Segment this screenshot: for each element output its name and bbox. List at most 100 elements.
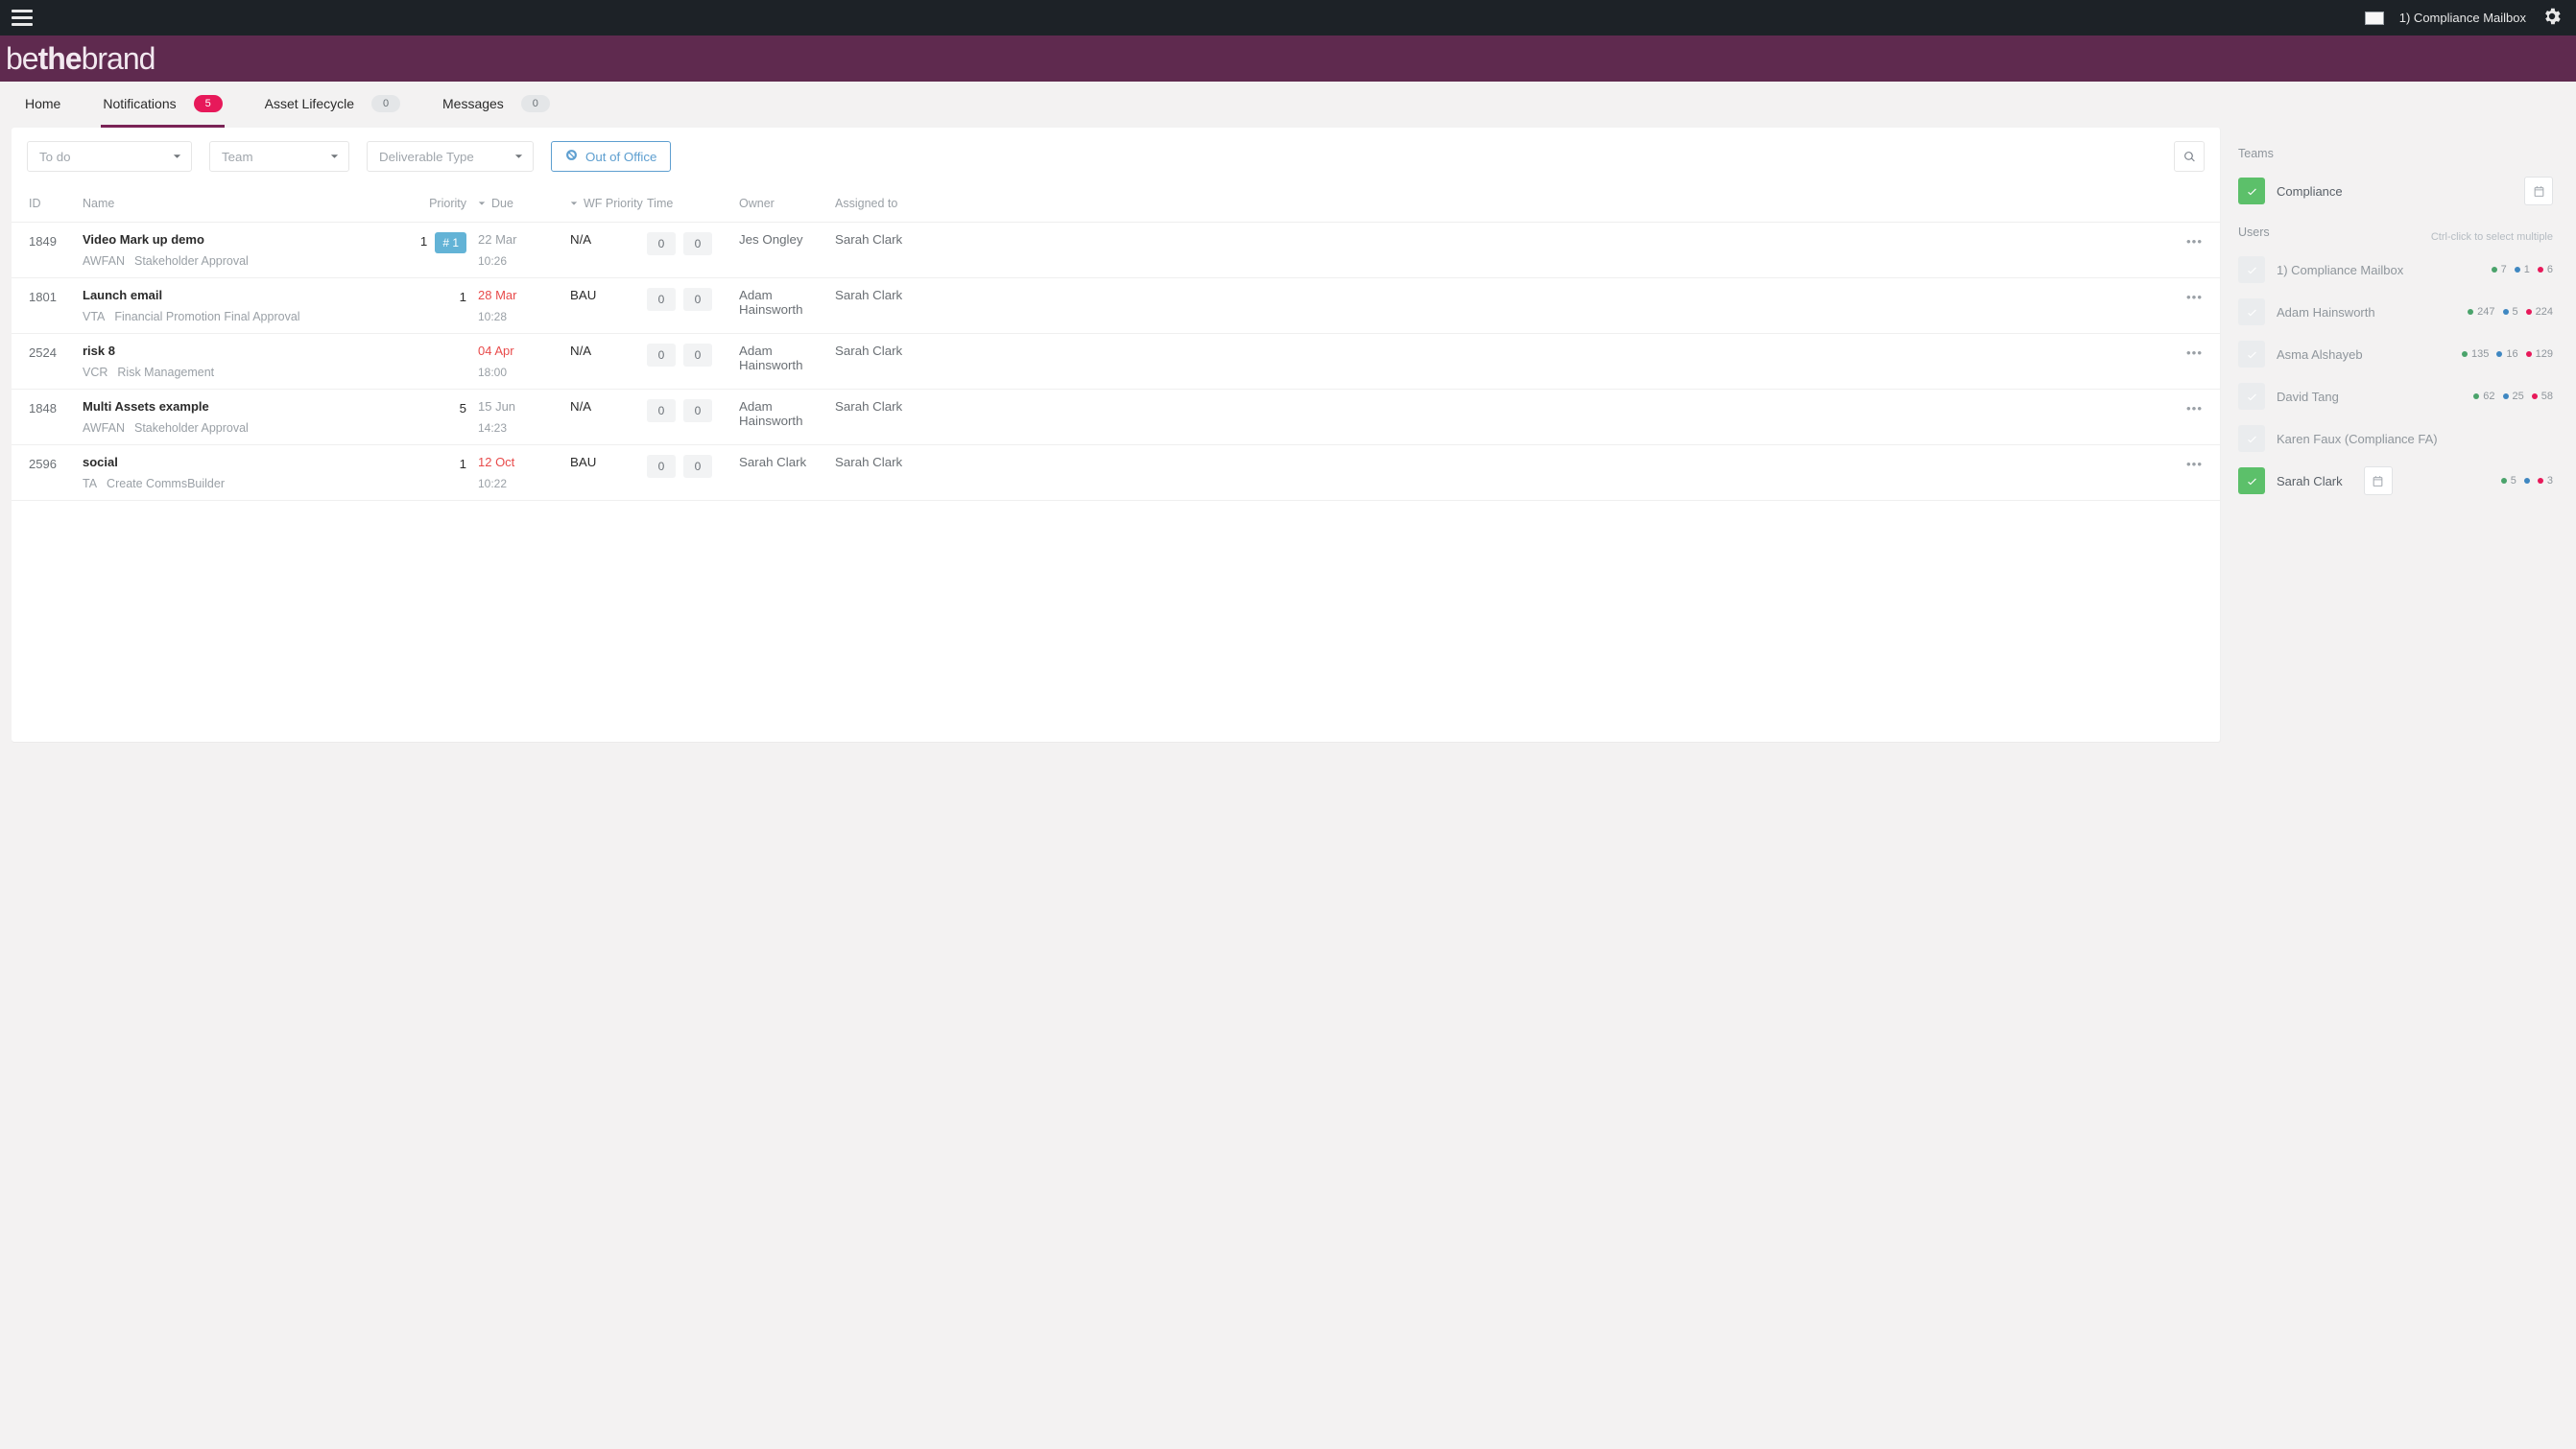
user-row[interactable]: Karen Faux (Compliance FA) [2238, 417, 2553, 460]
row-time: 0 0 [647, 455, 739, 478]
chevron-down-icon [514, 150, 523, 164]
row-id: 2596 [29, 455, 83, 471]
table-row[interactable]: 2596 social TACreate CommsBuilder 1 12 O… [12, 445, 2220, 501]
out-of-office-button[interactable]: Out of Office [551, 141, 671, 172]
row-owner: Sarah Clark [739, 455, 835, 469]
user-tick[interactable] [2238, 425, 2265, 452]
col-id[interactable]: ID [29, 197, 83, 210]
row-actions-icon[interactable]: ••• [2155, 344, 2203, 360]
check-icon [2246, 391, 2258, 403]
user-row[interactable]: Adam Hainsworth 247 5 224 [2238, 291, 2553, 333]
col-name[interactable]: Name [83, 197, 409, 210]
team-calendar-button[interactable] [2524, 177, 2553, 205]
tab-notifications[interactable]: Notifications 5 [101, 82, 224, 128]
search-button[interactable] [2174, 141, 2205, 172]
time-pill-a: 0 [647, 455, 676, 478]
row-title: social [83, 455, 409, 469]
row-owner: Adam Hainsworth [739, 399, 835, 428]
col-time[interactable]: Time [647, 197, 739, 210]
row-name-cell: social TACreate CommsBuilder [83, 455, 409, 490]
row-assigned: Sarah Clark [835, 232, 979, 247]
row-title: risk 8 [83, 344, 409, 358]
row-due: 28 Mar 10:28 [478, 288, 570, 323]
tab-messages[interactable]: Messages 0 [441, 82, 552, 128]
user-row[interactable]: Asma Alshayeb 135 16 129 [2238, 333, 2553, 375]
row-due: 22 Mar 10:26 [478, 232, 570, 268]
row-actions-icon[interactable]: ••• [2155, 455, 2203, 471]
time-pill-a: 0 [647, 399, 676, 422]
time-pill-b: 0 [683, 399, 712, 422]
col-wf-priority[interactable]: WF Priority [570, 197, 647, 210]
team-row-compliance[interactable]: Compliance [2238, 170, 2553, 212]
row-due: 12 Oct 10:22 [478, 455, 570, 490]
row-time: 0 0 [647, 399, 739, 422]
row-id: 1848 [29, 399, 83, 416]
row-wf-priority: BAU [570, 288, 647, 302]
user-tick[interactable] [2238, 256, 2265, 283]
row-actions-icon[interactable]: ••• [2155, 288, 2203, 304]
time-pill-b: 0 [683, 344, 712, 367]
user-row[interactable]: 1) Compliance Mailbox 7 1 6 [2238, 249, 2553, 291]
row-subtype: Financial Promotion Final Approval [114, 310, 299, 323]
row-code: AWFAN [83, 421, 125, 435]
table-row[interactable]: 2524 risk 8 VCRRisk Management 04 Apr 18… [12, 334, 2220, 390]
filters-row: To do Team Deliverable Type Out of Offic… [12, 128, 2220, 185]
time-pill-a: 0 [647, 232, 676, 255]
calendar-icon [2533, 185, 2545, 198]
col-priority[interactable]: Priority [409, 197, 478, 210]
row-actions-icon[interactable]: ••• [2155, 399, 2203, 416]
brand-logo[interactable]: bethebrand [6, 41, 155, 77]
row-assigned: Sarah Clark [835, 344, 979, 358]
col-owner[interactable]: Owner [739, 197, 835, 210]
hamburger-menu-icon[interactable] [0, 10, 44, 26]
row-name-cell: Video Mark up demo AWFANStakeholder Appr… [83, 232, 409, 268]
check-icon [2246, 348, 2258, 361]
user-tick[interactable] [2238, 467, 2265, 494]
side-panel: Teams Compliance Users Ctrl-click to sel… [2221, 128, 2564, 742]
time-pill-b: 0 [683, 232, 712, 255]
row-priority: 1 [409, 455, 478, 471]
row-wf-priority: N/A [570, 232, 647, 247]
status-select[interactable]: To do [27, 141, 192, 172]
col-due[interactable]: Due [478, 197, 570, 210]
flag-uk-icon[interactable] [2365, 12, 2384, 25]
row-subtype: Create CommsBuilder [107, 477, 225, 490]
row-assigned: Sarah Clark [835, 455, 979, 469]
users-title: Users [2238, 226, 2270, 239]
chevron-down-icon [173, 150, 181, 164]
table-row[interactable]: 1849 Video Mark up demo AWFANStakeholder… [12, 223, 2220, 278]
row-assigned: Sarah Clark [835, 288, 979, 302]
team-select[interactable]: Team [209, 141, 349, 172]
current-user-label[interactable]: 1) Compliance Mailbox [2399, 11, 2526, 25]
check-icon [2246, 185, 2258, 198]
row-code: AWFAN [83, 254, 125, 268]
row-id: 1849 [29, 232, 83, 249]
notifications-panel: To do Team Deliverable Type Out of Offic… [12, 128, 2221, 742]
user-tick[interactable] [2238, 341, 2265, 368]
table-row[interactable]: 1848 Multi Assets example AWFANStakehold… [12, 390, 2220, 445]
col-assigned[interactable]: Assigned to [835, 197, 979, 210]
user-row[interactable]: Sarah Clark 5 3 [2238, 460, 2553, 502]
row-name-cell: risk 8 VCRRisk Management [83, 344, 409, 379]
main-tabs: Home Notifications 5 Asset Lifecycle 0 M… [0, 82, 2576, 128]
row-priority: 1 # 1 [409, 232, 478, 253]
tab-asset-lifecycle[interactable]: Asset Lifecycle 0 [263, 82, 402, 128]
row-actions-icon[interactable]: ••• [2155, 232, 2203, 249]
table-row[interactable]: 1801 Launch email VTAFinancial Promotion… [12, 278, 2220, 334]
tab-home[interactable]: Home [23, 82, 62, 128]
user-tick[interactable] [2238, 298, 2265, 325]
team-tick[interactable] [2238, 178, 2265, 204]
deliverable-type-select[interactable]: Deliverable Type [367, 141, 534, 172]
table-header: ID Name Priority Due WF Priority Time Ow… [12, 185, 2220, 223]
users-list: 1) Compliance Mailbox 7 1 6 Adam Hainswo… [2238, 249, 2553, 502]
check-icon [2246, 264, 2258, 276]
top-bar: 1) Compliance Mailbox [0, 0, 2576, 36]
user-tick[interactable] [2238, 383, 2265, 410]
settings-gear-icon[interactable] [2541, 6, 2563, 30]
user-calendar-button[interactable] [2364, 466, 2393, 495]
user-name: 1) Compliance Mailbox [2277, 263, 2403, 277]
check-icon [2246, 306, 2258, 319]
user-name: Asma Alshayeb [2277, 347, 2363, 362]
row-time: 0 0 [647, 288, 739, 311]
user-row[interactable]: David Tang 62 25 58 [2238, 375, 2553, 417]
